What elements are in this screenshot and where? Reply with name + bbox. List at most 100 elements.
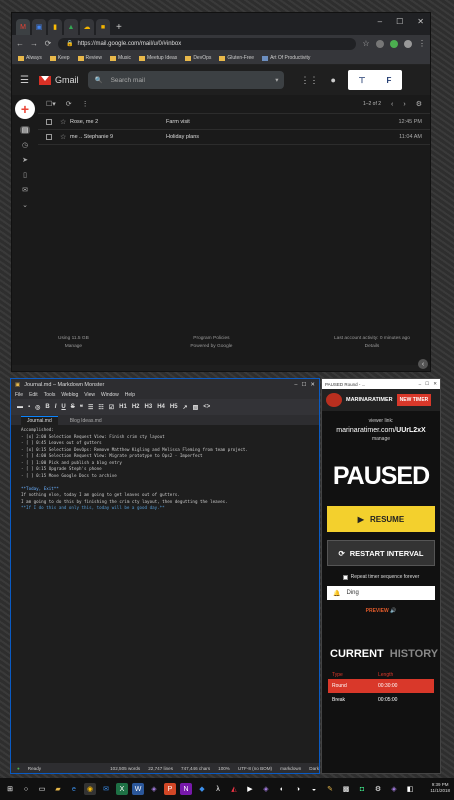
bookmark-item[interactable]: Keep <box>49 55 70 61</box>
code-icon[interactable]: <> <box>203 404 210 410</box>
windows-start-icon[interactable]: ⊞ <box>4 783 16 795</box>
bold-button[interactable]: B <box>45 404 49 410</box>
bullet-list-icon[interactable]: ☰ <box>88 404 93 411</box>
quote-icon[interactable]: ❝ <box>80 404 83 411</box>
search-icon[interactable]: ○ <box>20 783 32 795</box>
lambda-app-icon[interactable]: λ <box>212 783 224 795</box>
tab-notes[interactable]: ■ <box>96 19 110 35</box>
star-icon[interactable]: ☆ <box>60 118 70 126</box>
preview-button[interactable]: PREVIEW 🔊 <box>322 608 440 614</box>
link-icon[interactable]: ↗ <box>183 404 188 411</box>
bookmark-item[interactable]: Music <box>109 55 131 61</box>
vs-code-icon[interactable]: ◆ <box>196 783 208 795</box>
maximize-icon[interactable]: ☐ <box>301 382 306 388</box>
onenote-icon[interactable]: N <box>180 783 192 795</box>
menu-tools[interactable]: Tools <box>44 392 56 398</box>
app-icon[interactable]: ◑ <box>292 783 304 795</box>
settings-gear-icon[interactable]: ⚙ <box>416 100 422 108</box>
repeat-option[interactable]: Repeat timer sequence forever <box>322 574 440 580</box>
mail-icon[interactable]: ✉ <box>20 186 30 194</box>
more-icon[interactable]: ⋮ <box>82 100 89 108</box>
maximize-icon[interactable]: ☐ <box>396 17 403 26</box>
side-panel-toggle-icon[interactable]: ‹ <box>418 359 428 369</box>
h4-button[interactable]: H4 <box>157 404 165 410</box>
maximize-icon[interactable]: ☐ <box>425 381 429 387</box>
email-checkbox[interactable] <box>46 118 52 125</box>
menu-file[interactable]: File <box>15 392 23 398</box>
viewer-link[interactable]: marinaratimer.com/UUrL2xX <box>322 426 440 435</box>
menu-weblog[interactable]: Weblog <box>61 392 78 398</box>
strikethrough-button[interactable]: S <box>71 404 75 410</box>
h1-button[interactable]: H1 <box>119 404 127 410</box>
new-tab-icon[interactable]: + <box>116 22 122 33</box>
excel-icon[interactable]: X <box>116 783 128 795</box>
email-row[interactable]: ☆ Rose, me 2 Farm visit 12:45 PM <box>38 113 430 129</box>
status-theme[interactable]: Dark <box>309 766 319 771</box>
numbered-list-icon[interactable]: ☷ <box>98 404 103 411</box>
inbox-icon[interactable]: ▤ <box>20 126 30 134</box>
app-icon[interactable]: ◧ <box>404 783 416 795</box>
visual-studio-icon[interactable]: ◈ <box>260 783 272 795</box>
bookmark-item[interactable]: Review <box>77 55 102 61</box>
menu-icon[interactable]: ⋮ <box>418 39 426 48</box>
settings-gear-icon[interactable]: ⚙ <box>372 783 384 795</box>
search-options-icon[interactable]: ▾ <box>275 76 278 84</box>
manage-storage-link[interactable]: Manage <box>58 343 89 351</box>
app-icon[interactable]: ◐ <box>276 783 288 795</box>
mail-app-icon[interactable]: ✉ <box>100 783 112 795</box>
chrome-icon[interactable]: ◉ <box>84 783 96 795</box>
underline-button[interactable]: U <box>61 404 65 410</box>
repeat-checkbox[interactable] <box>342 574 348 580</box>
tab-cloud[interactable]: ☁ <box>80 19 94 35</box>
extension-icon[interactable] <box>376 39 384 48</box>
paint-icon[interactable]: ✎ <box>324 783 336 795</box>
system-clock[interactable]: 9:39 PM 11/1/2018 <box>430 782 450 794</box>
h3-button[interactable]: H3 <box>145 404 153 410</box>
bookmark-item[interactable]: Art Of Productivity <box>262 55 310 61</box>
close-icon[interactable]: ✕ <box>310 382 315 388</box>
status-encoding[interactable]: UTF-8 (no BOM) <box>238 766 272 771</box>
minimize-icon[interactable]: – <box>294 382 297 388</box>
file-explorer-icon[interactable]: ▰ <box>52 783 64 795</box>
open-folder-icon[interactable]: ▬ <box>17 404 23 410</box>
bookmark-item[interactable]: DevOps <box>185 55 211 61</box>
refresh-icon[interactable]: ⟳ <box>66 100 72 108</box>
task-view-icon[interactable]: ▭ <box>36 783 48 795</box>
new-timer-button[interactable]: NEW TIMER <box>396 394 432 406</box>
search-input[interactable]: 🔍 Search mail ▾ <box>88 71 285 89</box>
visual-studio-icon[interactable]: ◈ <box>388 783 400 795</box>
minimize-icon[interactable]: – <box>419 382 422 387</box>
manage-link[interactable]: manage <box>322 435 440 444</box>
preview-icon[interactable]: ◎ <box>35 404 40 411</box>
tab-journal[interactable]: Journal.md <box>21 416 58 425</box>
star-icon[interactable]: ☆ <box>60 133 70 141</box>
sound-select[interactable]: 🔔 Ding <box>327 586 435 600</box>
status-zoom[interactable]: 100% <box>218 766 230 771</box>
markdown-editor[interactable]: Accomplished: - [x] 2:00 Selection Reque… <box>11 425 319 763</box>
more-chevron-icon[interactable]: ⌄ <box>20 201 30 209</box>
menu-edit[interactable]: Edit <box>29 392 38 398</box>
edge-icon[interactable]: e <box>68 783 80 795</box>
tab-gmail[interactable]: M <box>16 19 30 35</box>
bookmark-item[interactable]: Gluten-Free <box>219 55 254 61</box>
restart-interval-button[interactable]: ⟳ RESTART INTERVAL <box>327 540 435 566</box>
tab-drive[interactable]: ▲ <box>64 19 78 35</box>
compose-button[interactable]: + <box>15 99 35 119</box>
account-brand-logo[interactable]: ⊤ F <box>347 70 402 90</box>
powerpoint-icon[interactable]: P <box>164 783 176 795</box>
apps-grid-icon[interactable]: ⋮⋮ <box>300 75 318 86</box>
close-icon[interactable]: ✕ <box>433 381 437 387</box>
prev-page-icon[interactable]: ‹ <box>391 101 393 108</box>
drafts-icon[interactable]: ▯ <box>20 171 30 179</box>
profile-icon[interactable] <box>404 39 412 48</box>
reload-icon[interactable]: ⟳ <box>44 39 52 48</box>
tab-history[interactable]: HISTORY <box>390 648 438 660</box>
forward-icon[interactable]: → <box>30 39 38 48</box>
tab-current[interactable]: CURRENT <box>330 648 384 660</box>
select-all-checkbox[interactable]: ☐▾ <box>46 100 56 108</box>
android-icon[interactable]: ◘ <box>356 783 368 795</box>
program-policies-link[interactable]: Program Policies <box>190 335 232 343</box>
tab-keep[interactable]: ▮ <box>48 19 62 35</box>
table-row[interactable]: Round 00:30:00 <box>328 679 434 693</box>
h5-button[interactable]: H5 <box>170 404 178 410</box>
